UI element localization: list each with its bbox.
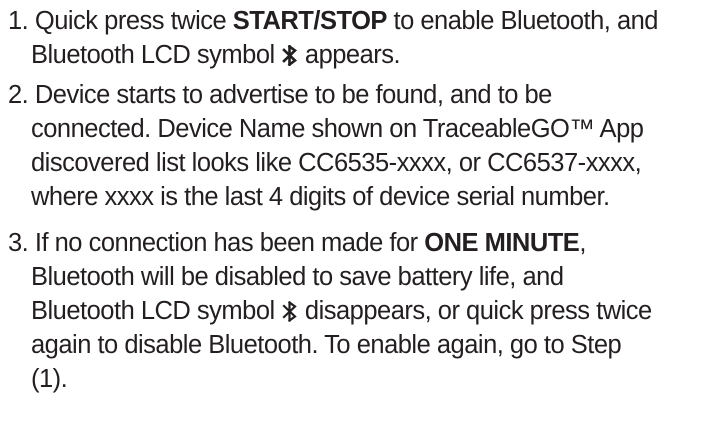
bluetooth-icon — [281, 45, 298, 66]
step-text: Quick press twice — [34, 7, 233, 35]
step-text: where xxxx is the last 4 digits of devic… — [31, 183, 610, 211]
step-text: Device starts to advertise to be found, … — [34, 81, 553, 109]
step-text: connected. Device Name shown on Traceabl… — [31, 115, 644, 143]
step-text: Bluetooth will be disabled to save batte… — [31, 263, 564, 291]
step-text: again to disable Bluetooth. To enable ag… — [31, 331, 622, 359]
step-text: , — [579, 229, 586, 257]
step-2: 2. Device starts to advertise to be foun… — [8, 78, 704, 214]
step-text: to enable Bluetooth, and — [386, 7, 659, 35]
step-text: If no connection has been made for — [34, 229, 425, 257]
step-number: 1. — [8, 7, 29, 35]
step-text: appears. — [298, 41, 401, 69]
step-number: 3. — [8, 229, 29, 257]
step-text: discovered list looks like CC6535-xxxx, … — [31, 149, 642, 177]
step-text: Bluetooth LCD symbol — [31, 297, 282, 325]
step-text: (1). — [31, 365, 68, 393]
start-stop-label: START/STOP — [232, 7, 388, 35]
step-3: 3. If no connection has been made for ON… — [8, 226, 704, 396]
step-1: 1. Quick press twice START/STOP to enabl… — [8, 4, 704, 72]
step-text: disappears, or quick press twice — [298, 297, 652, 325]
step-text: Bluetooth LCD symbol — [31, 41, 282, 69]
one-minute-label: ONE MINUTE — [424, 229, 580, 257]
bluetooth-icon — [281, 301, 298, 322]
step-number: 2. — [8, 81, 29, 109]
instructions-list: 1. Quick press twice START/STOP to enabl… — [8, 0, 704, 396]
